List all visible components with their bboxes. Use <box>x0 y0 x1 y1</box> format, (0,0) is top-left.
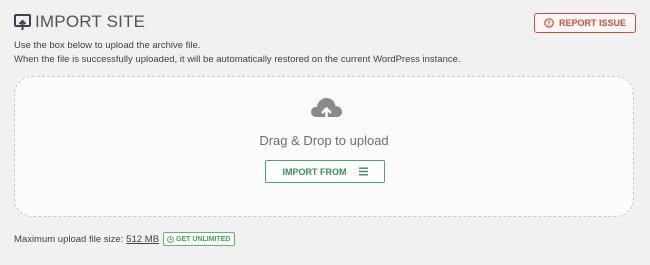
report-issue-button[interactable]: REPORT ISSUE <box>534 13 636 33</box>
description: Use the box below to upload the archive … <box>14 39 461 67</box>
menu-icon <box>358 167 368 176</box>
upload-dropzone[interactable]: Drag & Drop to upload IMPORT FROM <box>14 76 634 217</box>
import-site-icon <box>14 13 31 30</box>
max-size-value: 512 MB <box>126 233 160 245</box>
cloud-upload-icon <box>311 98 342 121</box>
page-header: IMPORT SITE <box>14 12 145 32</box>
alert-circle-icon <box>544 18 554 28</box>
page-title: IMPORT SITE <box>35 12 146 31</box>
clock-icon <box>167 235 174 243</box>
import-from-button[interactable]: IMPORT FROM <box>265 160 385 183</box>
description-line-2: When the file is successfully uploaded, … <box>14 54 461 65</box>
get-unlimited-label: GET UNLIMITED <box>176 235 231 243</box>
dropzone-text: Drag & Drop to upload <box>259 133 389 148</box>
description-line-1: Use the box below to upload the archive … <box>14 40 201 51</box>
import-from-label: IMPORT FROM <box>282 166 347 177</box>
report-issue-label: REPORT ISSUE <box>558 18 626 28</box>
max-size-label: Maximum upload file size: <box>14 233 124 245</box>
get-unlimited-badge[interactable]: GET UNLIMITED <box>163 232 235 246</box>
upload-limit: Maximum upload file size: 512 MB GET UNL… <box>14 232 235 246</box>
